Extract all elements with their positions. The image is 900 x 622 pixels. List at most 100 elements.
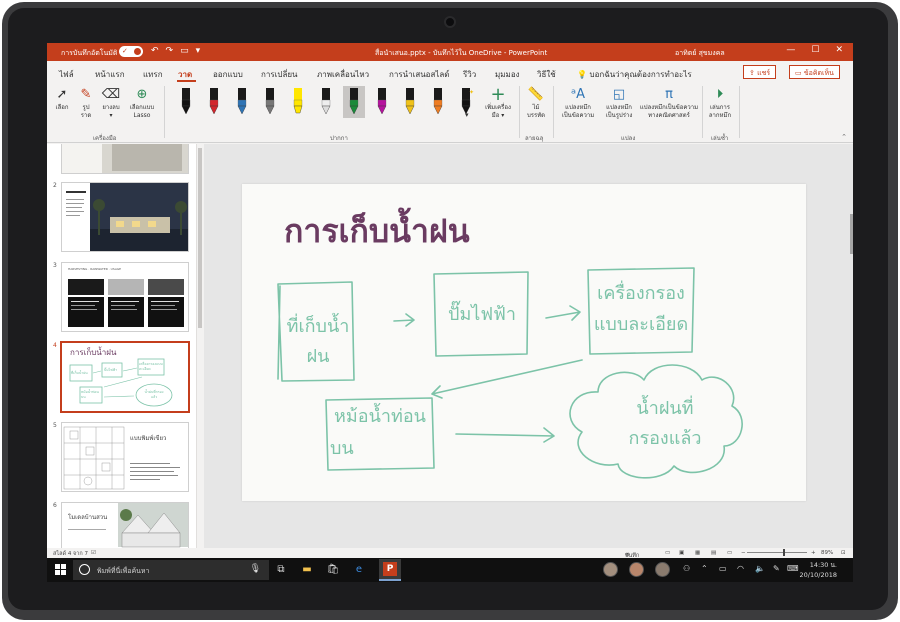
zoom-out-icon[interactable]: − bbox=[741, 550, 746, 556]
windows-start-icon[interactable] bbox=[55, 564, 67, 576]
eraser-button[interactable]: ⌫ ยางลบ ▾ bbox=[99, 87, 123, 120]
box-storage-text: ที่เก็บน้ำฝน bbox=[286, 316, 350, 367]
ribbon: ➚ เลือก ✎ รูป ราด ⌫ ยางลบ ▾ ⊕ เลือกแบบ L… bbox=[47, 83, 853, 143]
thumbnail-scroll-thumb[interactable] bbox=[198, 148, 202, 328]
powerpoint-icon: P bbox=[383, 562, 397, 576]
volume-icon[interactable]: 🔈 bbox=[755, 564, 765, 573]
zoom-slider-knob[interactable] bbox=[783, 549, 785, 556]
editor-scrollbar[interactable] bbox=[850, 144, 853, 548]
zoom-in-icon[interactable]: + bbox=[811, 550, 816, 556]
autosave-toggle[interactable]: ✓ bbox=[119, 46, 143, 57]
separator bbox=[553, 86, 554, 138]
proofing-icon[interactable]: ☑ bbox=[91, 550, 96, 556]
pen-pen-button[interactable] bbox=[175, 86, 197, 118]
tab-review[interactable]: รีวิว bbox=[463, 68, 476, 81]
task-view-icon[interactable]: ⧉ bbox=[273, 562, 289, 578]
slide-sorter-icon[interactable]: ▦ bbox=[695, 550, 700, 556]
pen-gallery-more-icon[interactable]: ▾ bbox=[465, 111, 469, 119]
reading-view-icon[interactable]: ▤ bbox=[711, 550, 716, 556]
chevron-up-icon[interactable]: ⌃ bbox=[701, 564, 708, 573]
tab-animations[interactable]: ภาพเคลื่อนไหว bbox=[317, 68, 369, 81]
pen-highlighter-button[interactable] bbox=[287, 86, 309, 118]
tab-home[interactable]: หน้าแรก bbox=[95, 68, 125, 81]
powerpoint-taskbar-icon[interactable]: P bbox=[379, 559, 401, 581]
lasso-select-button[interactable]: ⊕ เลือกแบบ Lasso bbox=[125, 87, 159, 120]
editor-scroll-thumb[interactable] bbox=[850, 214, 853, 254]
pen-pen-button[interactable] bbox=[203, 86, 225, 118]
sparkle-icon: ✦ bbox=[469, 89, 474, 96]
taskbar-search[interactable]: พิมพ์ที่นี่เพื่อค้นหา 🎙 bbox=[73, 560, 269, 580]
tablet-device: การบันทึกอัตโนมัติ ✓ ↶ ↷ ▭ ▾ สื่อนำเสนอ.… bbox=[0, 0, 900, 622]
pen-pencil-button[interactable] bbox=[259, 86, 281, 118]
ink-to-text-label-2: เป็นข้อความ bbox=[561, 112, 595, 119]
edge-icon[interactable]: e bbox=[351, 562, 367, 578]
box-filter-text-1: เครื่องกรอง bbox=[597, 283, 685, 304]
comments-button[interactable]: ▭ ข้อคิดเห็น bbox=[789, 65, 840, 79]
share-button[interactable]: ⇪ แชร์ bbox=[743, 65, 777, 79]
tab-design[interactable]: ออกแบบ bbox=[213, 68, 243, 81]
zoom-level[interactable]: 89% bbox=[821, 550, 833, 556]
ink-to-text-button[interactable]: ᵃA แปลงหมึก เป็นข้อความ bbox=[557, 87, 599, 120]
fit-slide-icon[interactable]: ⊡ bbox=[841, 550, 846, 556]
pen-icon[interactable]: ✎ bbox=[773, 564, 780, 573]
lasso-plus-icon: ⊕ bbox=[136, 87, 148, 102]
pen-pen-button[interactable] bbox=[231, 86, 253, 118]
close-button[interactable]: ✕ bbox=[835, 45, 843, 55]
pen-pen-button[interactable] bbox=[399, 86, 421, 118]
ink-to-shape-icon: ◱ bbox=[612, 87, 626, 102]
pen-pen-button[interactable] bbox=[343, 86, 365, 118]
people-avatar[interactable] bbox=[629, 562, 644, 577]
slide-thumbnail-4[interactable]: การเก็บน้ำฝน ที่เก็บน้ำฝน ปั๊มไฟฟ้า เครื… bbox=[60, 341, 190, 413]
slide-thumbnail-5[interactable]: แบบพิมพ์เขียว bbox=[61, 422, 189, 492]
pen-pen-button[interactable] bbox=[315, 86, 337, 118]
user-name[interactable]: อาทิตย์ สุขมงคล bbox=[675, 48, 725, 59]
store-icon[interactable]: 🛍 bbox=[325, 562, 341, 578]
pen-tip bbox=[377, 105, 387, 115]
qat-more-icon[interactable]: ▾ bbox=[196, 46, 201, 56]
zoom-slider[interactable] bbox=[747, 552, 807, 553]
ruler-button[interactable]: 📏 ไม้ บรรทัด bbox=[523, 87, 549, 120]
select-tool-button[interactable]: ➚ เลือก bbox=[51, 87, 73, 112]
tab-insert[interactable]: แทรก bbox=[143, 68, 163, 81]
tell-me-search[interactable]: 💡 บอกฉันว่าคุณต้องการทำอะไร bbox=[577, 68, 692, 81]
pen-color-band bbox=[349, 99, 359, 107]
slide-thumbnail-2[interactable] bbox=[61, 182, 189, 252]
normal-view-icon[interactable]: ▣ bbox=[679, 550, 684, 556]
tab-file[interactable]: ไฟล์ bbox=[59, 68, 74, 81]
ink-replay-button[interactable]: ⏵ เล่นการ ลากหมึก bbox=[705, 87, 735, 120]
wifi-icon[interactable]: ◠ bbox=[737, 564, 744, 573]
system-clock[interactable]: 14:30 น. 20/10/2018 bbox=[797, 560, 837, 580]
slide-thumbnail-6[interactable]: โมเดลบ้านสวน bbox=[61, 502, 189, 548]
lasso-tool-button[interactable]: ✎ รูป ราด bbox=[75, 87, 97, 120]
people-icon[interactable]: ⚇ bbox=[683, 564, 690, 573]
pen-pen-button[interactable] bbox=[427, 86, 449, 118]
microphone-icon[interactable]: 🎙 bbox=[250, 564, 261, 574]
tab-transitions[interactable]: การเปลี่ยน bbox=[261, 68, 298, 81]
ink-to-shape-button[interactable]: ◱ แปลงหมึก เป็นรูปร่าง bbox=[599, 87, 639, 120]
undo-icon[interactable]: ↶ bbox=[151, 46, 159, 56]
slide-thumbnail-1[interactable] bbox=[61, 144, 189, 174]
tab-view[interactable]: มุมมอง bbox=[495, 68, 520, 81]
redo-icon[interactable]: ↷ bbox=[166, 46, 174, 56]
file-explorer-icon[interactable]: ▬ bbox=[299, 562, 315, 578]
maximize-button[interactable]: ☐ bbox=[811, 45, 819, 55]
add-pen-button[interactable]: + เพิ่มเครื่อง มือ ▾ bbox=[481, 86, 515, 120]
slide-thumbnails-pane: 2 3 HARVESTING · RAINWATER · USAGE 4 การ… bbox=[47, 144, 197, 548]
slide-editor: การเก็บน้ำฝน ที่เก็บน้ำฝน ปั๊มไฟฟ้า เครื… bbox=[204, 144, 853, 548]
battery-icon[interactable]: ▭ bbox=[719, 564, 727, 573]
people-avatar[interactable] bbox=[603, 562, 618, 577]
slideshow-view-icon[interactable]: ▭ bbox=[727, 550, 732, 556]
pen-pen-button[interactable] bbox=[371, 86, 393, 118]
current-slide[interactable]: การเก็บน้ำฝน ที่เก็บน้ำฝน ปั๊มไฟฟ้า เครื… bbox=[242, 184, 806, 501]
tab-help[interactable]: วิธีใช้ bbox=[537, 68, 556, 81]
thumbnail-scrollbar[interactable] bbox=[197, 144, 203, 548]
present-icon[interactable]: ▭ bbox=[180, 46, 189, 56]
slide-thumbnail-3[interactable]: HARVESTING · RAINWATER · USAGE bbox=[61, 262, 189, 332]
tab-slideshow[interactable]: การนำเสนอสไลด์ bbox=[389, 68, 450, 81]
people-avatar[interactable] bbox=[655, 562, 670, 577]
collapse-ribbon-icon[interactable]: ⌃ bbox=[841, 133, 847, 141]
pen-icon bbox=[433, 88, 443, 115]
ink-to-math-button[interactable]: π แปลงหมึกเป็นข้อความ ทางคณิตศาสตร์ bbox=[639, 87, 699, 120]
comments-status-icon[interactable]: ▭ bbox=[665, 550, 670, 556]
minimize-button[interactable]: — bbox=[786, 45, 795, 55]
